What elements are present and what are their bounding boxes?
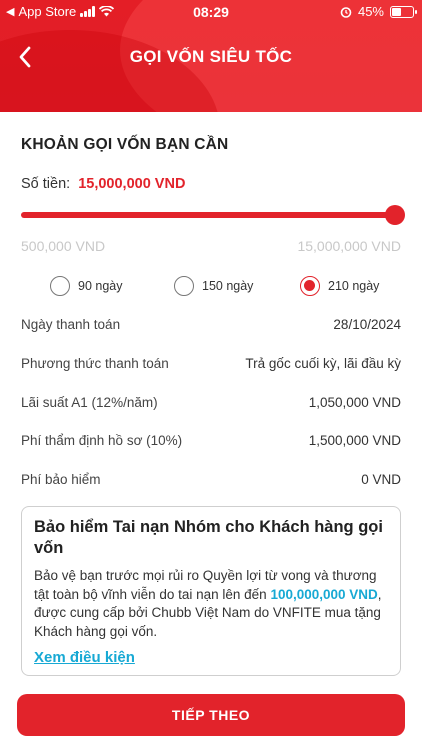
info-value: Trả gốc cuối kỳ, lãi đầu kỳ (245, 356, 401, 371)
interest-row: Lãi suất A1 (12%/năm) 1,050,000 VND (21, 395, 401, 415)
insurance-amount: 100,000,000 VND (270, 586, 378, 602)
view-terms-link[interactable]: Xem điều kiện (34, 649, 135, 666)
next-button[interactable]: TIẾP THEO (17, 694, 405, 736)
section-title: KHOẢN GỌI VỐN BẠN CẦN (21, 136, 229, 153)
slider-thumb[interactable] (385, 205, 405, 225)
battery-icon (390, 5, 417, 18)
radio-icon (174, 276, 194, 296)
insurance-description: Bảo vệ bạn trước mọi rủi ro Quyền lợi từ… (34, 567, 388, 641)
alarm-icon (340, 6, 352, 18)
payment-method-row: Phương thức thanh toán Trả gốc cuối kỳ, … (21, 356, 401, 376)
loan-form-card: KHOẢN GỌI VỐN BẠN CẦN Số tiền: 15,000,00… (0, 116, 422, 750)
term-option-90[interactable]: 90 ngày (50, 276, 122, 296)
info-key: Phương thức thanh toán (21, 356, 169, 371)
info-key: Ngày thanh toán (21, 317, 121, 332)
amount-value: 15,000,000 VND (78, 176, 186, 192)
info-key: Lãi suất A1 (12%/năm) (21, 395, 158, 410)
slider-track (21, 212, 403, 218)
page-title: GỌI VỐN SIÊU TỐC (129, 47, 293, 66)
payment-date-row: Ngày thanh toán 28/10/2024 (21, 317, 401, 337)
slider-max-label: 15,000,000 VND (297, 238, 401, 254)
term-label: 210 ngày (328, 279, 380, 293)
amount-label: Số tiền: (21, 176, 71, 192)
info-key: Phí thẩm định hồ sơ (10%) (21, 433, 183, 448)
term-label: 150 ngày (202, 279, 254, 293)
battery-percent: 45% (357, 4, 384, 19)
info-key: Phí bảo hiểm (21, 472, 101, 487)
status-bar: ◀ App Store 08:29 45% (0, 0, 422, 24)
info-value: 0 VND (361, 472, 401, 487)
term-label: 90 ngày (78, 279, 123, 293)
radio-selected-icon (300, 276, 320, 296)
term-option-210[interactable]: 210 ngày (300, 276, 379, 296)
term-radio-group: 90 ngày 150 ngày 210 ngày (0, 276, 422, 300)
status-right: 45% (340, 4, 417, 19)
appraisal-fee-row: Phí thẩm định hồ sơ (10%) 1,500,000 VND (21, 433, 401, 453)
radio-icon (50, 276, 70, 296)
term-option-150[interactable]: 150 ngày (174, 276, 253, 296)
amount-row: Số tiền: 15,000,000 VND (21, 176, 185, 192)
info-value: 28/10/2024 (333, 317, 401, 332)
nav-bar: GỌI VỐN SIÊU TỐC (0, 30, 422, 86)
insurance-info-box: Bảo hiểm Tai nạn Nhóm cho Khách hàng gọi… (21, 506, 401, 676)
amount-slider[interactable] (21, 205, 405, 225)
slider-min-label: 500,000 VND (21, 238, 106, 254)
insurance-title: Bảo hiểm Tai nạn Nhóm cho Khách hàng gọi… (34, 518, 383, 557)
header: ◀ App Store 08:29 45% GỌI VỐN SIÊU TỐC (0, 0, 422, 112)
insurance-fee-row: Phí bảo hiểm 0 VND (21, 472, 401, 492)
info-value: 1,050,000 VND (308, 395, 401, 410)
info-value: 1,500,000 VND (308, 433, 401, 448)
